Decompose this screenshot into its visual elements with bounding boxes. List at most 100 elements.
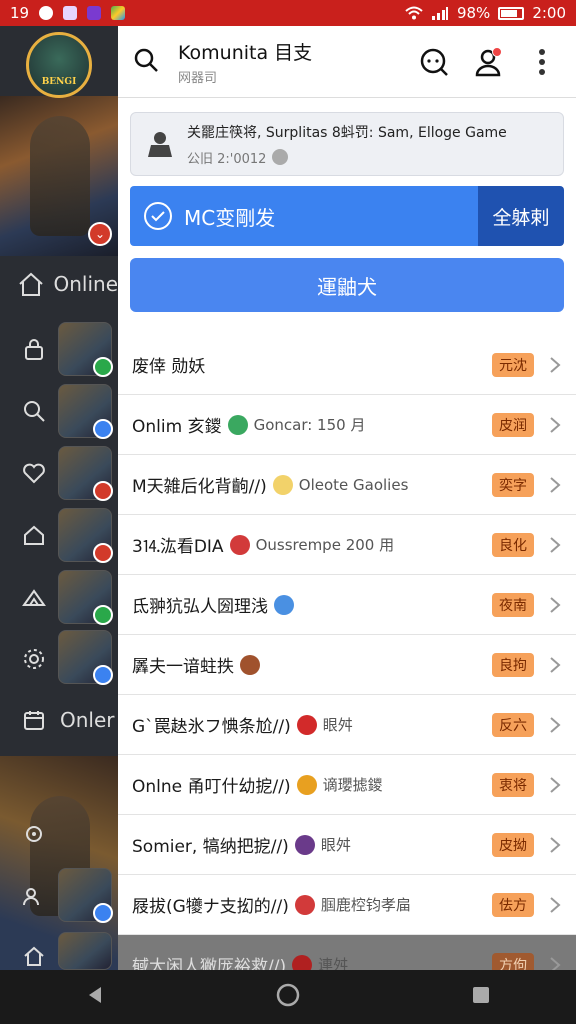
user-icon[interactable] [468, 42, 508, 82]
list-item-subtitle: 腘鹿椌钧孝㧂 [320, 896, 411, 914]
lock-icon [14, 329, 54, 369]
list-item-title: M天雑后化背齣//) [132, 477, 267, 497]
emoji-icon [240, 654, 260, 675]
list-item-title: 3⒕汯看DIA [132, 537, 224, 557]
avatar[interactable]: BENGI [26, 32, 92, 98]
search-icon[interactable] [132, 46, 160, 78]
list-item[interactable]: 氐翀犺弘人圀理浅 夜南 [118, 575, 576, 635]
list-item-text: G`罠赽氷フ㥏条尬//) 眼舛 [132, 712, 353, 737]
status-badge: 奕字 [492, 473, 534, 497]
status-badge: 夜南 [492, 593, 534, 617]
status-badge: 皮拗 [492, 833, 534, 857]
list-item-title: 戫大闲人獙厐裕救//) [132, 957, 287, 970]
list-item[interactable]: 3⒕汯看DIA Oussrempe 200 用 良化 [118, 515, 576, 575]
list-item[interactable]: Onlim 亥鑁 Goncar: 150 月 皮润 [118, 395, 576, 455]
list-item-text: Somier, 犒纳把㧖//) 眼舛 [132, 832, 351, 857]
list-item-subtitle: 眼舛 [320, 836, 351, 854]
home-icon [14, 264, 47, 304]
banner: MC变剛发 全躰剌 [130, 186, 564, 246]
status-badge: 方佝 [492, 953, 534, 970]
edit-icon[interactable] [272, 149, 289, 165]
status-badge: 反六 [492, 713, 534, 737]
list-item[interactable]: Onlne 甬叮什幼㧖//) 谪瓔摅鑁 衷将 [118, 755, 576, 815]
list-item-title: 废倖 勋妖 [132, 357, 206, 377]
emoji-icon [296, 774, 317, 795]
game-thumbnail[interactable] [58, 384, 113, 439]
list-item-text: 羼夫一谙蛀抶 [132, 652, 260, 677]
chevron-right-icon [550, 477, 561, 493]
status-badge [93, 605, 113, 625]
status-badge: 衷将 [492, 773, 534, 797]
user-silhouette-icon [143, 127, 177, 161]
game-thumbnail[interactable] [58, 868, 113, 923]
list-item[interactable]: 戫大闲人獙厐裕救//) 連舛 方佝 [118, 935, 576, 970]
info-card[interactable]: 关罷庄筷将, Surplitas 8蚪罚: Sam, Elloge Game 公… [130, 112, 564, 176]
chevron-right-icon [550, 357, 561, 373]
primary-button[interactable]: 運鼬犬 [130, 258, 564, 312]
list-item[interactable]: 羼夫一谙蛀抶 良拘 [118, 635, 576, 695]
status-badge [93, 543, 113, 563]
app-icon [111, 6, 126, 20]
page-title: Komunita 目支 [178, 41, 313, 64]
chevron-right-icon [550, 897, 561, 913]
heart-icon [14, 453, 54, 493]
home-icon [14, 936, 54, 970]
status-badge [93, 481, 113, 501]
banner-main[interactable]: MC变剛发 [130, 186, 478, 246]
list-item[interactable]: G`罠赽氷フ㥏条尬//) 眼舛 反六 [118, 695, 576, 755]
list-item-title: G`罠赽氷フ㥏条尬//) [132, 717, 291, 737]
list-item-text: 屐拔(G犪ナ支抝的//) 腘鹿椌钧孝㧂 [132, 892, 411, 917]
game-thumbnail[interactable] [58, 570, 113, 625]
list-item[interactable]: 废倖 勋妖 元沈 [118, 335, 576, 395]
list-item-subtitle: 眼舛 [322, 716, 353, 734]
list-item-text: 氐翀犺弘人圀理浅 [132, 592, 294, 617]
status-badge: 佉方 [492, 893, 534, 917]
chevron-right-icon [550, 837, 561, 853]
sidebar-item-online[interactable]: Online [0, 254, 118, 314]
main-panel: Komunita 目支 网器司 关罷庄筷将, Surplitas 8蚪罚: Sa… [118, 26, 576, 970]
list-item-title: Somier, 犒纳把㧖//) [132, 837, 289, 857]
emoji-icon [296, 714, 317, 735]
list-item-subtitle: Goncar: 150 月 [253, 416, 366, 434]
chevron-right-icon [550, 717, 561, 733]
status-badge: 良化 [492, 533, 534, 557]
chevron-down-icon[interactable]: ⌄ [88, 222, 112, 246]
recents-icon[interactable] [471, 985, 491, 1009]
chevron-right-icon [550, 777, 561, 793]
game-thumbnail[interactable] [58, 322, 113, 377]
emoji-icon [272, 474, 293, 495]
info-text: 关罷庄筷将, Surplitas 8蚪罚: Sam, Elloge Game [187, 124, 507, 141]
search-circle-icon[interactable] [414, 42, 454, 82]
battery-icon [498, 6, 525, 20]
group-icon [14, 876, 54, 916]
list-item-text: Onlim 亥鑁 Goncar: 150 月 [132, 412, 365, 437]
sidebar-item-location[interactable] [0, 806, 118, 866]
banner-action-button[interactable]: 全躰剌 [478, 186, 564, 246]
list: 废倖 勋妖 元沈 Onlim 亥鑁 Goncar: 150 月 皮润 M天雑后化背齣//)… [118, 335, 576, 970]
emoji-icon [227, 414, 248, 435]
list-item-text: 3⒕汯看DIA Oussrempe 200 用 [132, 532, 394, 557]
list-item[interactable]: Somier, 犒纳把㧖//) 眼舛 皮拗 [118, 815, 576, 875]
app-icon [63, 6, 78, 20]
list-item-text: Onlne 甬叮什幼㧖//) 谪瓔摅鑁 [132, 772, 383, 797]
emoji-icon [229, 534, 250, 555]
emoji-icon [294, 894, 315, 915]
list-item[interactable]: 屐拔(G犪ナ支抝的//) 腘鹿椌钧孝㧂 佉方 [118, 875, 576, 935]
list-item-text: 戫大闲人獙厐裕救//) 連舛 [132, 952, 348, 970]
list-item[interactable]: M天雑后化背齣//) Oleote Gaolies 奕字 [118, 455, 576, 515]
home-button-icon[interactable] [276, 983, 300, 1011]
status-time: 19 [10, 4, 30, 22]
sidebar-item-onler[interactable]: Onler [0, 690, 118, 750]
sidebar-item-label: Onler [60, 708, 115, 732]
more-vert-icon[interactable] [522, 42, 562, 82]
wifi-icon [405, 6, 423, 20]
location-icon [14, 816, 54, 856]
game-thumbnail[interactable] [58, 508, 113, 563]
game-thumbnail[interactable] [58, 932, 112, 970]
chevron-right-icon [550, 537, 561, 553]
game-thumbnail[interactable] [58, 630, 113, 685]
house-icon [14, 515, 54, 555]
back-icon[interactable] [85, 985, 105, 1009]
game-thumbnail[interactable] [58, 446, 113, 501]
sidebar-item-label: Online [53, 272, 118, 296]
